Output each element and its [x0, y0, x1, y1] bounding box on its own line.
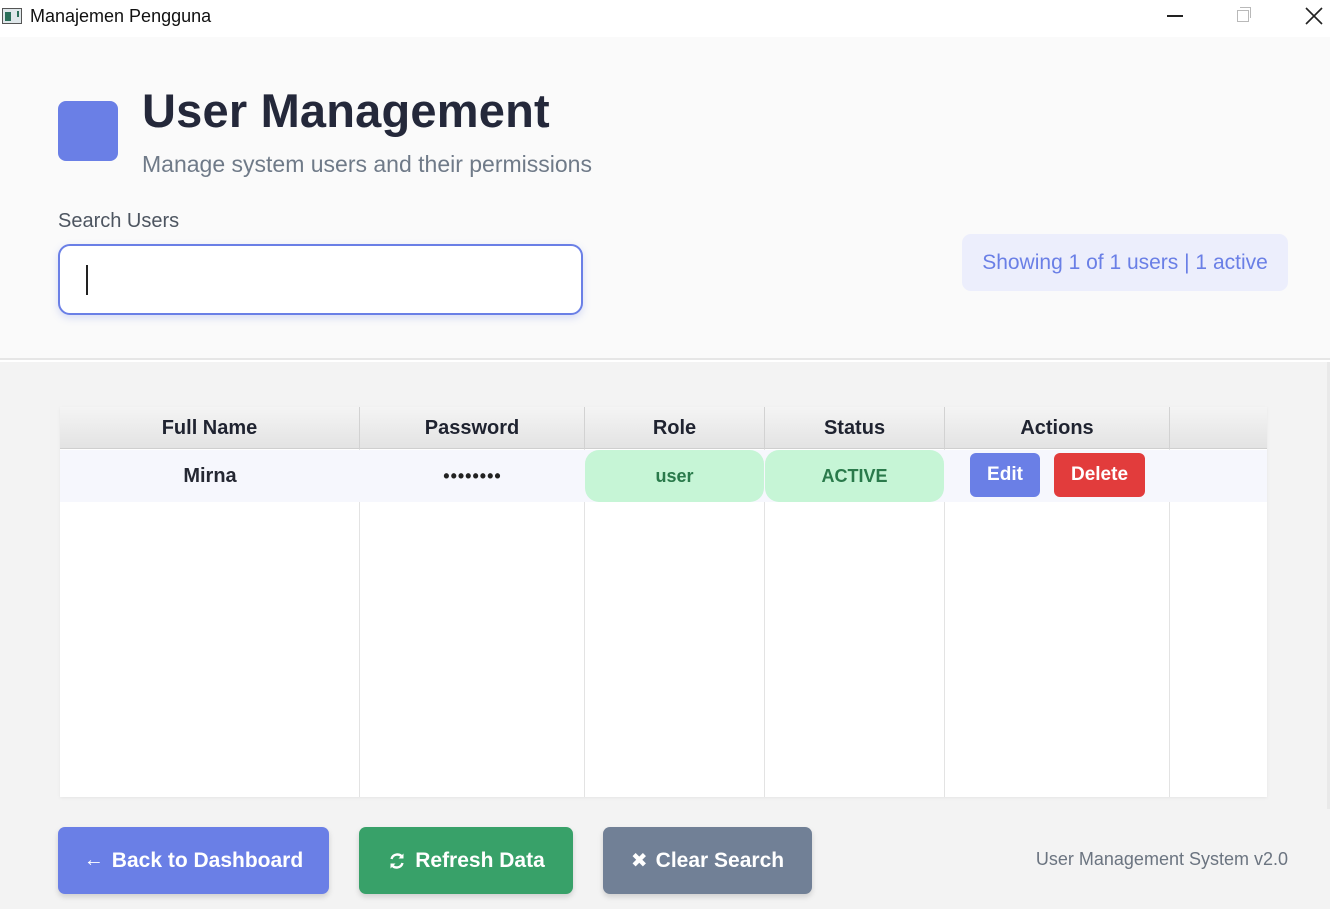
table-header: Full Name Password Role Status Actions	[60, 407, 1267, 449]
column-header-status[interactable]: Status	[765, 407, 945, 449]
window-title: Manajemen Pengguna	[30, 6, 212, 26]
column-header-role[interactable]: Role	[585, 407, 765, 449]
table-row[interactable]: Mirna •••••••• user ACTIVE Edit Delete	[60, 450, 1267, 502]
refresh-button-label: Refresh Data	[415, 848, 545, 872]
page-title: User Management	[142, 84, 550, 137]
back-to-dashboard-button[interactable]: ← Back to Dashboard	[58, 827, 329, 894]
close-window-button[interactable]	[1284, 0, 1330, 32]
app-icon	[2, 8, 22, 24]
edit-button[interactable]: Edit	[970, 453, 1040, 497]
arrow-left-icon: ←	[83, 849, 104, 871]
status-badge: ACTIVE	[765, 450, 944, 502]
column-header-actions[interactable]: Actions	[945, 407, 1170, 449]
restore-icon	[1237, 7, 1251, 22]
delete-button[interactable]: Delete	[1054, 453, 1145, 497]
search-label: Search Users	[58, 210, 180, 232]
search-input[interactable]	[58, 244, 583, 315]
column-header-filler	[1170, 407, 1267, 449]
close-icon: ✖	[630, 850, 648, 872]
column-header-full-name[interactable]: Full Name	[60, 407, 360, 449]
cell-full-name: Mirna	[183, 464, 237, 487]
column-header-password[interactable]: Password	[360, 407, 585, 449]
cell-password: ••••••••	[443, 465, 502, 486]
maximize-button[interactable]	[1213, 0, 1273, 32]
logo-icon	[58, 101, 118, 161]
clear-button-label: Clear Search	[655, 848, 785, 872]
back-button-label: Back to Dashboard	[111, 848, 304, 872]
close-icon	[1305, 7, 1323, 25]
text-caret	[86, 265, 88, 295]
refresh-icon	[390, 852, 404, 869]
refresh-data-button[interactable]: Refresh Data	[359, 827, 573, 894]
header-panel: User Management Manage system users and …	[0, 37, 1330, 360]
clear-search-button[interactable]: ✖ Clear Search	[603, 827, 812, 894]
page-subtitle: Manage system users and their permission…	[142, 151, 592, 177]
version-label: User Management System v2.0	[1035, 849, 1288, 869]
minimize-button[interactable]	[1145, 0, 1205, 32]
minimize-icon	[1167, 15, 1183, 17]
title-bar: Manajemen Pengguna	[0, 0, 1330, 37]
user-count-badge: Showing 1 of 1 users | 1 active	[962, 234, 1288, 291]
users-table: Full Name Password Role Status Actions M…	[60, 407, 1267, 797]
role-badge: user	[585, 450, 764, 502]
main-panel: Full Name Password Role Status Actions M…	[0, 362, 1330, 909]
